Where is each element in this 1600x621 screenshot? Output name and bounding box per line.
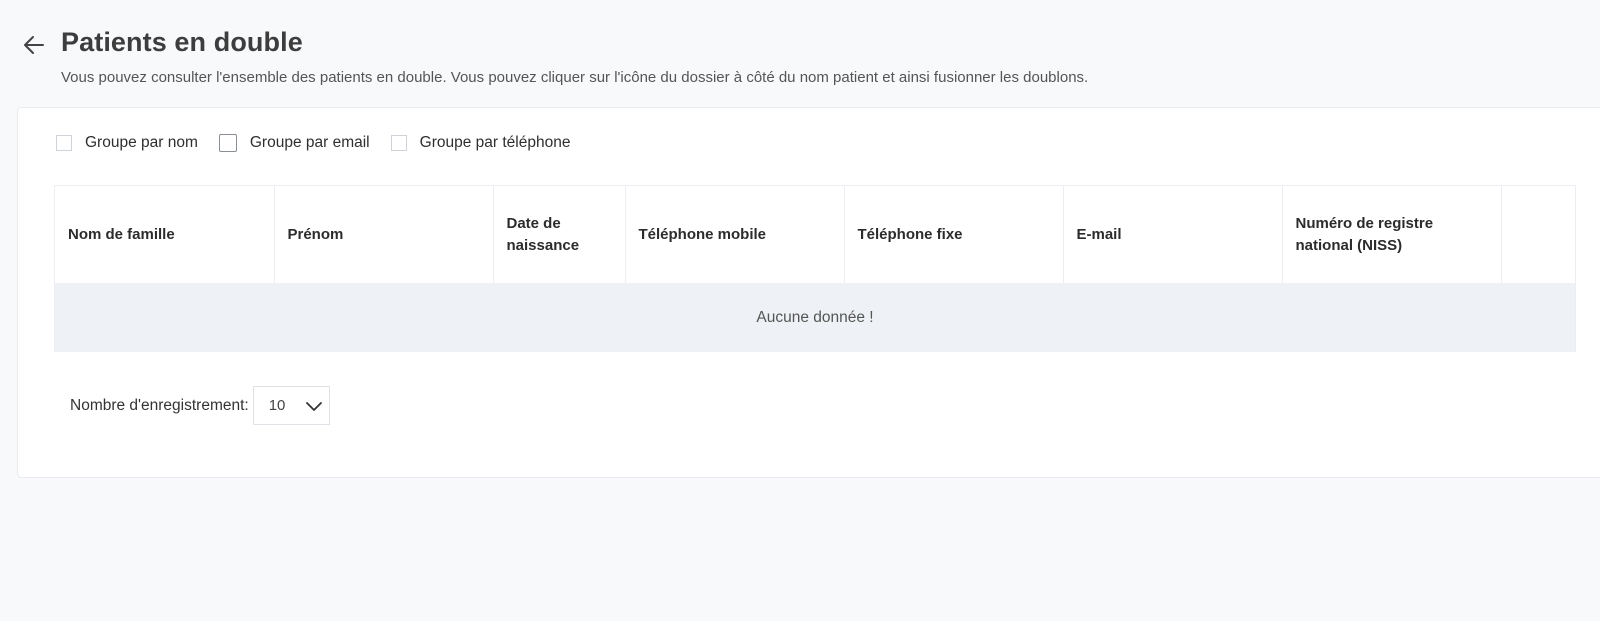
- checkbox-group-by-phone[interactable]: [390, 135, 407, 151]
- filter-label: Groupe par téléphone: [419, 134, 571, 151]
- pagination-size: Nombre d'enregistrement: 10: [70, 386, 330, 425]
- chevron-down-icon: [305, 401, 322, 411]
- filter-label: Groupe par nom: [85, 134, 198, 151]
- page-size-value: 10: [268, 397, 286, 414]
- page-header: Patients en double Vous pouvez consulter…: [0, 0, 1600, 106]
- column-header-landline-phone[interactable]: Téléphone fixe: [844, 186, 1064, 283]
- column-header-birth-date[interactable]: Date de naissance: [493, 186, 626, 283]
- content-card: Groupe par nom Groupe par email Groupe p…: [17, 107, 1600, 478]
- filter-group-by-name[interactable]: Groupe par nom: [56, 134, 198, 152]
- column-header-actions: [1501, 186, 1575, 283]
- group-filters: Groupe par nom Groupe par email Groupe p…: [56, 134, 591, 152]
- filter-group-by-email[interactable]: Groupe par email: [218, 134, 370, 152]
- page-title: Patients en double: [61, 27, 303, 57]
- page-size-label: Nombre d'enregistrement:: [70, 396, 249, 414]
- empty-row: Aucune donnée !: [55, 283, 1575, 352]
- arrow-left-icon: [24, 36, 44, 54]
- filter-group-by-phone[interactable]: Groupe par téléphone: [390, 134, 571, 152]
- table-header-row: Nom de famille Prénom Date de naissance …: [55, 186, 1575, 283]
- column-header-mobile-phone[interactable]: Téléphone mobile: [625, 186, 845, 283]
- checkbox-group-by-email[interactable]: [218, 134, 237, 152]
- page-description: Vous pouvez consulter l'ensemble des pat…: [61, 69, 1089, 86]
- column-header-niss[interactable]: Numéro de registre national (NISS): [1282, 186, 1502, 283]
- column-header-email[interactable]: E-mail: [1063, 186, 1283, 283]
- empty-message: Aucune donnée !: [55, 283, 1575, 352]
- page-size-select[interactable]: 10: [252, 386, 330, 425]
- checkbox-group-by-name[interactable]: [56, 135, 72, 151]
- filter-label: Groupe par email: [249, 134, 370, 151]
- back-button[interactable]: [22, 34, 48, 56]
- column-header-last-name[interactable]: Nom de famille: [55, 186, 275, 283]
- duplicates-table: Nom de famille Prénom Date de naissance …: [54, 185, 1576, 352]
- column-header-first-name[interactable]: Prénom: [274, 186, 494, 283]
